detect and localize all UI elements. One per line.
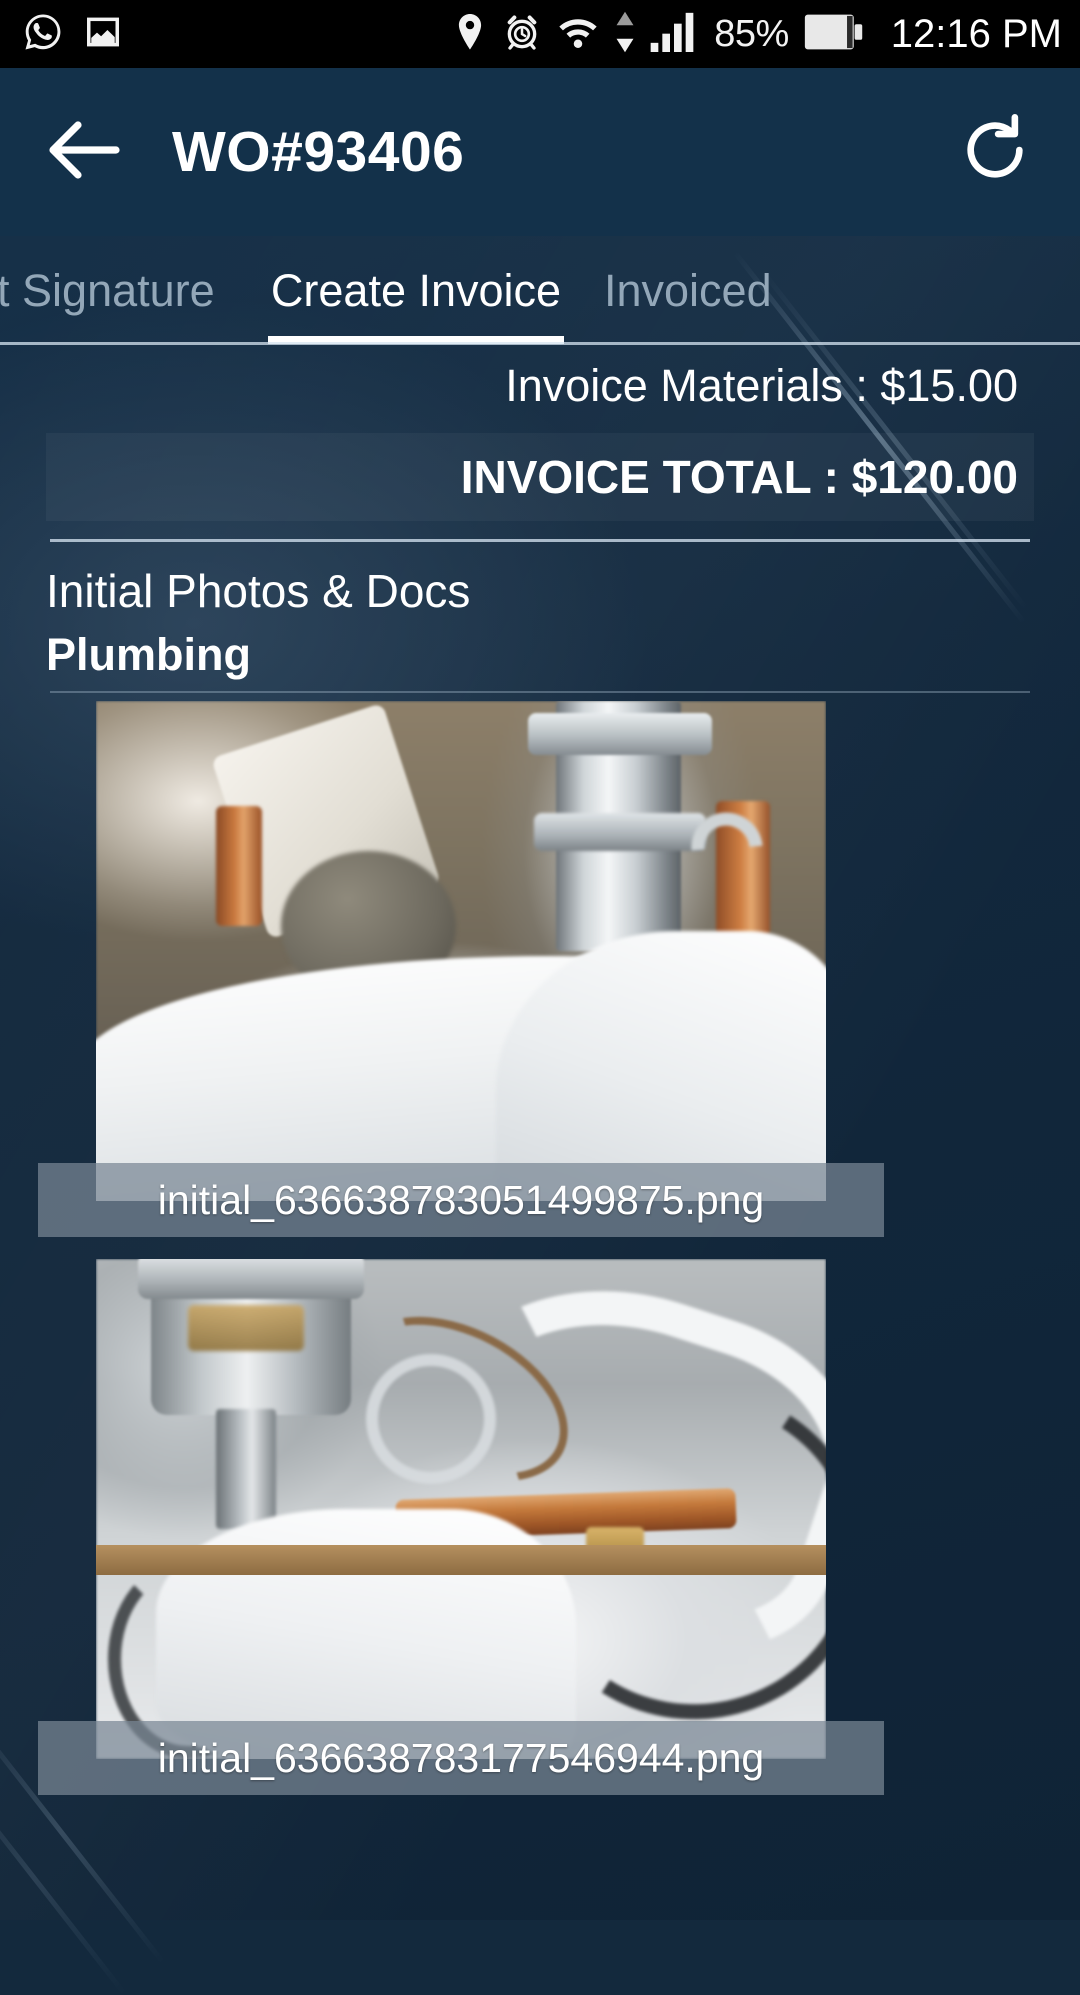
photo-detail-shape [366, 1354, 496, 1484]
tab-invoiced[interactable]: Invoiced [564, 236, 864, 344]
alarm-clock-icon [502, 12, 542, 57]
tab-signature[interactable]: nt Signature [0, 236, 268, 344]
invoice-materials-label: Invoice Materials : $15.00 [505, 359, 1018, 411]
initial-photos-section-title: Initial Photos & Docs [46, 565, 471, 617]
invoice-content-scroll[interactable]: Invoice Materials : $15.00 INVOICE TOTAL… [0, 345, 1080, 1920]
battery-icon [803, 13, 865, 56]
tab-label: Create Invoice [270, 264, 562, 316]
photo-detail-shape [534, 813, 706, 851]
photo-detail-shape [138, 1259, 364, 1299]
photo-detail-shape [188, 1305, 304, 1351]
photo-filename-label: initial_636638783177546944.png [157, 1734, 765, 1781]
category-divider [50, 691, 1030, 693]
status-bar: 85% 12:16 PM [0, 0, 1080, 68]
app-bar: WO#93406 [0, 68, 1080, 236]
invoice-total-label: INVOICE TOTAL : $120.00 [460, 451, 1018, 503]
status-bar-notifications [22, 11, 122, 58]
battery-percent-label: 85% [714, 13, 789, 55]
signal-bars-icon [650, 12, 698, 57]
location-pin-icon [452, 12, 488, 57]
photo-thumbnail[interactable] [96, 701, 826, 1201]
tab-label: Invoiced [604, 264, 772, 316]
tab-bar: nt Signature Create Invoice Invoiced [0, 236, 1080, 344]
photo-item[interactable]: initial_636638783051499875.png [38, 701, 884, 1237]
whatsapp-icon [22, 11, 64, 58]
photo-thumbnail[interactable] [96, 1259, 826, 1759]
tab-create-invoice[interactable]: Create Invoice [268, 236, 564, 344]
invoice-materials-row: Invoice Materials : $15.00 [0, 345, 1080, 425]
back-button[interactable] [42, 110, 126, 194]
data-transfer-icon [614, 10, 636, 59]
refresh-button[interactable] [952, 109, 1038, 195]
photo-thumbnail-partial[interactable] [96, 1545, 826, 1575]
status-bar-system: 85% 12:16 PM [452, 10, 1062, 59]
photo-detail-shape [528, 713, 712, 755]
photo-filename-label: initial_636638783051499875.png [157, 1176, 765, 1223]
photo-detail-shape [216, 1409, 276, 1529]
category-label-plumbing: Plumbing [46, 629, 251, 680]
photo-filename-caption: initial_636638783177546944.png [38, 1721, 884, 1795]
clock-label: 12:16 PM [890, 12, 1062, 56]
photo-item[interactable]: initial_636638783177546944.png [38, 1259, 884, 1795]
photo-filename-caption: initial_636638783051499875.png [38, 1163, 884, 1237]
invoice-total-row: INVOICE TOTAL : $120.00 [46, 433, 1034, 521]
refresh-icon [958, 113, 1032, 192]
image-icon [84, 13, 122, 56]
wifi-icon [556, 14, 600, 55]
arrow-left-icon [48, 119, 120, 186]
photo-detail-shape [216, 806, 262, 926]
page-title: WO#93406 [172, 120, 465, 184]
tab-label: nt Signature [0, 264, 215, 316]
